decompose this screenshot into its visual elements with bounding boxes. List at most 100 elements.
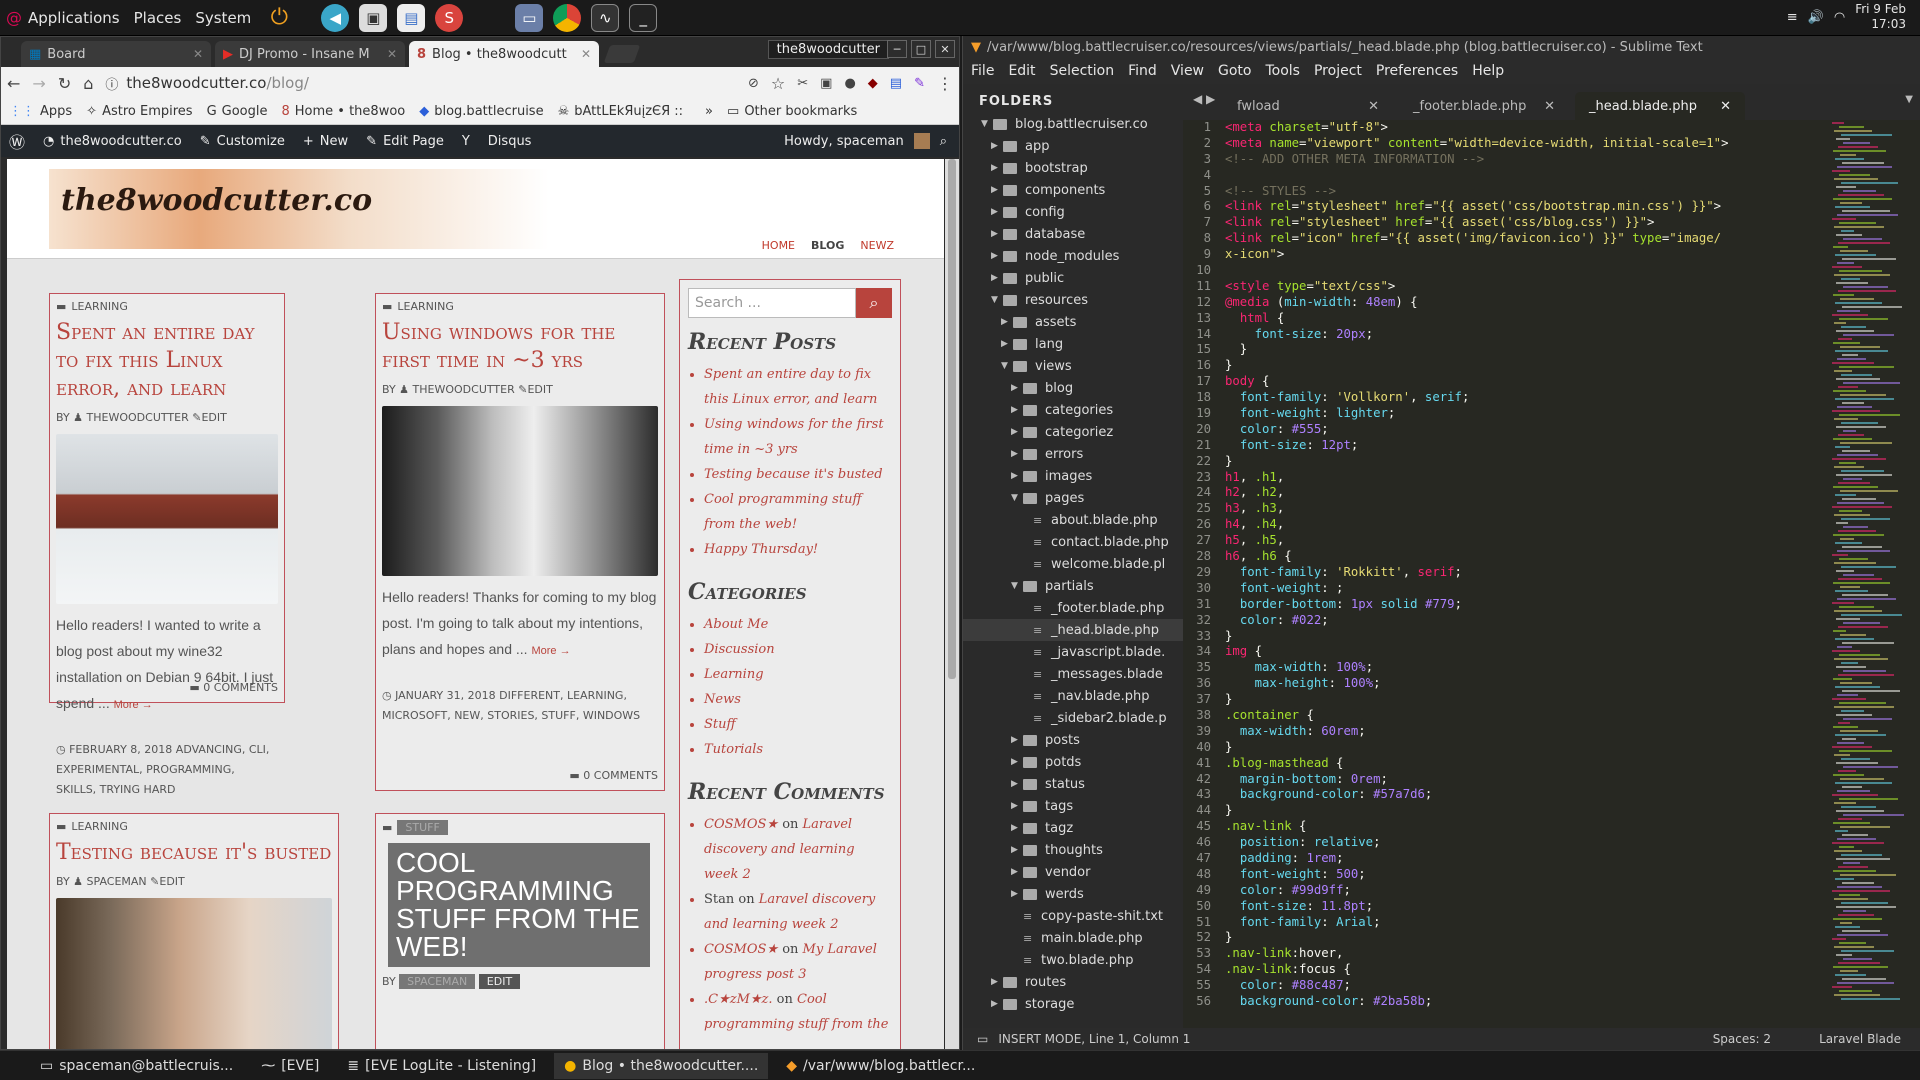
bookmark-google[interactable]: G Google	[207, 104, 268, 119]
nav-newz[interactable]: NEWZ	[860, 239, 894, 252]
tree-folder[interactable]: ▶ status	[963, 773, 1183, 795]
tree-folder[interactable]: ▶ lang	[963, 333, 1183, 355]
tab-board[interactable]: ▦ Board ✕	[21, 41, 211, 67]
task-browser[interactable]: ● Blog • the8woodcutter....	[554, 1052, 769, 1079]
tree-folder[interactable]: ▶ categories	[963, 399, 1183, 421]
tree-folder[interactable]: ▶ database	[963, 223, 1183, 245]
tree-folder[interactable]: ▶ assets	[963, 311, 1183, 333]
tree-folder[interactable]: ▶ routes	[963, 971, 1183, 993]
post-category[interactable]: ▬ LEARNING	[382, 300, 658, 313]
task-sublime[interactable]: ◆/var/www/blog.battlecr...	[776, 1053, 985, 1079]
tree-folder[interactable]: ▶ tags	[963, 795, 1183, 817]
tree-folder[interactable]: ▶ werds	[963, 883, 1183, 905]
chrome-launcher-icon[interactable]	[553, 3, 582, 32]
tree-folder[interactable]: ▶ components	[963, 179, 1183, 201]
speaker-launcher-icon[interactable]: ◀	[321, 3, 350, 32]
tree-folder[interactable]: ▶ storage	[963, 993, 1183, 1015]
post-image-face[interactable]	[56, 898, 332, 1049]
category-link[interactable]: Tutorials	[704, 737, 892, 762]
star-icon[interactable]: ☆	[771, 74, 785, 93]
tree-file[interactable]: ≡ main.blade.php	[963, 927, 1183, 949]
home-icon[interactable]: ⌂	[83, 74, 93, 93]
system-monitor-icon[interactable]: ∿	[591, 3, 620, 32]
applications-menu[interactable]: @ Applications	[6, 8, 120, 27]
tree-folder[interactable]: ▶ config	[963, 201, 1183, 223]
close-icon[interactable]: ✕	[387, 47, 397, 61]
category-link[interactable]: Stuff	[704, 712, 892, 737]
post-image-cabin[interactable]	[56, 434, 278, 604]
menu-goto[interactable]: Goto	[1218, 63, 1251, 79]
recent-post-link[interactable]: Using windows for the first time in ~3 y…	[704, 412, 892, 462]
menu-tools[interactable]: Tools	[1265, 63, 1300, 79]
bookmark-astro-empires[interactable]: ✧ Astro Empires	[86, 104, 192, 119]
logout-icon[interactable]: ⏻	[265, 4, 293, 32]
cookie-block-icon[interactable]: ⊘	[748, 76, 759, 91]
menu-help[interactable]: Help	[1472, 63, 1504, 79]
tree-folder[interactable]: ▶ bootstrap	[963, 157, 1183, 179]
tree-file[interactable]: ≡ _sidebar2.blade.p	[963, 707, 1183, 729]
wp-edit-page[interactable]: ✎ Edit Page	[366, 134, 444, 149]
ublock-icon[interactable]: ◆	[868, 76, 878, 91]
close-icon[interactable]: ✕	[1720, 99, 1731, 114]
tree-file[interactable]: ≡ contact.blade.php	[963, 531, 1183, 553]
forward-icon[interactable]: →	[32, 74, 45, 93]
tab-fwload[interactable]: fwload ✕	[1223, 92, 1393, 120]
post-title[interactable]: Spent an entire day to fix this Linux er…	[56, 319, 278, 403]
tree-file[interactable]: ≡ _javascript.blade.	[963, 641, 1183, 663]
tree-file[interactable]: ≡ _messages.blade	[963, 663, 1183, 685]
wp-site-link[interactable]: ◔ the8woodcutter.co	[43, 134, 182, 149]
menu-icon[interactable]: ≡	[1787, 10, 1798, 25]
tree-folder[interactable]: ▼ partials	[963, 575, 1183, 597]
terminal-launcher-icon[interactable]: _	[629, 3, 658, 32]
menu-find[interactable]: Find	[1128, 63, 1157, 79]
close-icon[interactable]: ✕	[193, 47, 203, 61]
tree-folder[interactable]: ▶ vendor	[963, 861, 1183, 883]
menu-project[interactable]: Project	[1314, 63, 1362, 79]
close-icon[interactable]: ✕	[1368, 99, 1379, 114]
tree-folder[interactable]: ▶ blog	[963, 377, 1183, 399]
howdy-user[interactable]: Howdy, spaceman	[784, 134, 904, 149]
post-title[interactable]: Testing because it's busted	[56, 839, 332, 867]
places-menu[interactable]: Places	[134, 9, 182, 27]
menu-edit[interactable]: Edit	[1008, 63, 1035, 79]
tree-folder[interactable]: ▼ resources	[963, 289, 1183, 311]
post-comments[interactable]: ▬ 0 COMMENTS	[569, 769, 658, 782]
category-link[interactable]: News	[704, 687, 892, 712]
code-editor[interactable]: 1 <meta charset = "utf-8" >2 <meta name = "view…	[1183, 120, 1920, 1030]
scroll-thumb[interactable]	[948, 159, 956, 679]
tab-head[interactable]: _head.blade.php ✕	[1575, 92, 1745, 120]
recent-post-link[interactable]: Testing because it's busted	[704, 462, 892, 487]
reload-icon[interactable]: ↻	[58, 74, 71, 93]
more-link[interactable]: More →	[114, 699, 153, 711]
yoast-icon[interactable]: Y	[462, 134, 470, 149]
minimize-icon[interactable]: ─	[887, 40, 907, 58]
category-link[interactable]: Discussion	[704, 637, 892, 662]
menu-selection[interactable]: Selection	[1050, 63, 1115, 79]
wp-disqus[interactable]: Disqus	[488, 134, 532, 149]
tree-folder[interactable]: ▶ errors	[963, 443, 1183, 465]
tree-folder[interactable]: ▶ thoughts	[963, 839, 1183, 861]
tab-footer[interactable]: _footer.blade.php ✕	[1399, 92, 1569, 120]
wordpress-icon[interactable]: Ⓦ	[9, 129, 25, 153]
new-tab-button[interactable]	[603, 45, 641, 63]
tree-file[interactable]: ≡ about.blade.php	[963, 509, 1183, 531]
camera-launcher-icon[interactable]: ▣	[359, 3, 388, 32]
tree-folder[interactable]: ▶ posts	[963, 729, 1183, 751]
bookmark-battlecruiser-skull[interactable]: ☠ bAttLEkЯuįzЄЯ ::	[558, 104, 683, 119]
feather-extension-icon[interactable]: ✎	[914, 76, 925, 91]
tree-folder[interactable]: ▼ pages	[963, 487, 1183, 509]
recent-post-link[interactable]: Cool programming stuff from the web!	[704, 487, 892, 537]
tree-folder[interactable]: ▼ blog.battlecruiser.co	[963, 113, 1183, 135]
files-launcher-icon[interactable]: ▭	[515, 3, 544, 32]
system-menu[interactable]: System	[195, 9, 251, 27]
task-eve-loglite[interactable]: ≣ [EVE LogLite - Listening]	[337, 1053, 546, 1079]
wifi-icon[interactable]: ◠	[1834, 10, 1845, 25]
maximize-icon[interactable]: □	[911, 40, 931, 58]
tree-folder[interactable]: ▶ tagz	[963, 817, 1183, 839]
tree-folder[interactable]: ▶ node_modules	[963, 245, 1183, 267]
url-field[interactable]: ⓘ the8woodcutter.co/blog/	[105, 74, 736, 93]
category-link[interactable]: Learning	[704, 662, 892, 687]
post-category[interactable]: ▬ LEARNING	[56, 300, 278, 313]
tab-dropdown-icon[interactable]: ▼	[1905, 94, 1913, 105]
post-category[interactable]: ▬ LEARNING	[56, 820, 332, 833]
